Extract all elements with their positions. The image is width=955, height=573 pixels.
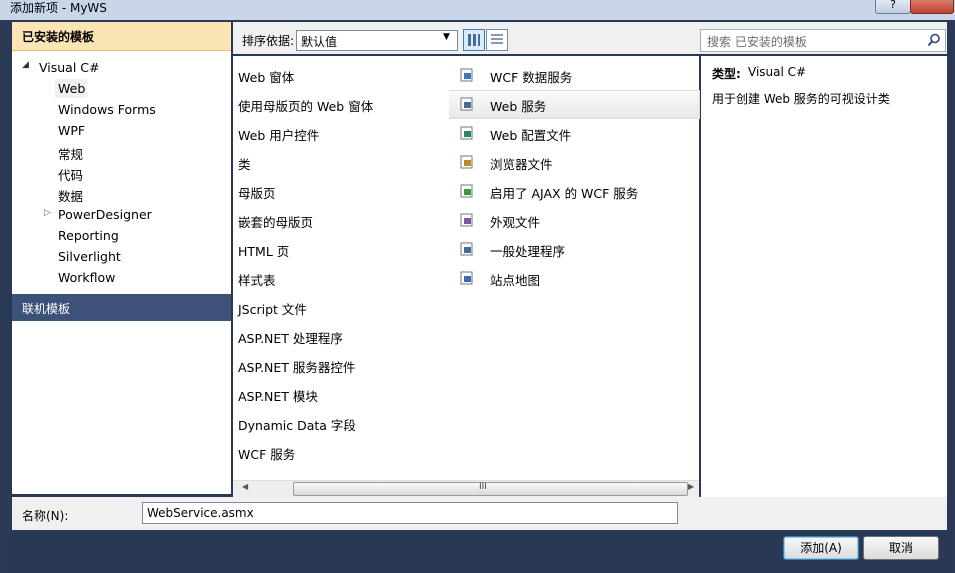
tree-item[interactable]: 代码 <box>58 165 83 184</box>
search-input[interactable]: 搜索 已安装的模板 <box>700 29 946 52</box>
template-tree-panel <box>12 22 231 494</box>
installed-templates-header[interactable]: 已安装的模板 <box>12 22 231 51</box>
generic-handler-icon <box>460 242 473 256</box>
details-type-value: Visual C# <box>748 65 807 79</box>
window-title: 添加新项 - MyWS <box>10 1 107 15</box>
online-templates-header[interactable]: 联机模板 <box>12 294 231 321</box>
sitemap-icon <box>460 271 473 285</box>
details-view-button[interactable] <box>486 29 508 51</box>
sort-by-value: 默认值 <box>301 35 338 49</box>
sort-by-label: 排序依据: <box>242 34 295 48</box>
tree-item[interactable]: Workflow <box>58 270 115 285</box>
template-item[interactable]: ASP.NET 处理程序 <box>238 328 343 347</box>
scroll-right-arrow-icon[interactable]: ▶ <box>688 482 694 491</box>
browser-file-icon <box>460 155 473 169</box>
tree-item[interactable]: Silverlight <box>58 249 121 264</box>
list-view-button[interactable] <box>463 29 485 51</box>
web-config-icon <box>460 126 473 140</box>
cancel-button[interactable]: 取消 <box>863 536 939 560</box>
online-templates-label: 联机模板 <box>22 302 71 316</box>
template-item[interactable]: WCF 数据服务 <box>490 67 572 86</box>
help-button[interactable]: ? <box>875 0 911 14</box>
title-bar: 添加新项 - MyWS <box>0 0 955 20</box>
template-item[interactable]: Web 配置文件 <box>490 125 571 144</box>
installed-templates-label: 已安装的模板 <box>22 30 95 44</box>
template-item[interactable]: 外观文件 <box>490 212 540 231</box>
template-item[interactable]: WCF 服务 <box>238 444 295 463</box>
selected-item-highlight <box>449 90 700 119</box>
tree-item[interactable]: WPF <box>58 123 85 138</box>
template-item[interactable]: JScript 文件 <box>238 299 307 318</box>
template-item[interactable]: Web 服务 <box>490 96 546 115</box>
template-item[interactable]: 浏览器文件 <box>490 154 553 173</box>
web-service-icon <box>460 97 473 111</box>
tree-item[interactable]: PowerDesigner <box>58 207 152 222</box>
template-item[interactable]: Web 用户控件 <box>238 125 319 144</box>
template-item[interactable]: Dynamic Data 字段 <box>238 415 356 434</box>
template-item[interactable]: 母版页 <box>238 183 276 202</box>
details-view-icon <box>491 34 503 44</box>
name-input-value: WebService.asmx <box>147 506 254 520</box>
tree-item[interactable]: 常规 <box>58 144 83 163</box>
ajax-wcf-icon <box>460 184 473 198</box>
tree-item[interactable]: Web <box>58 81 85 96</box>
scrollbar-thumb[interactable]: III <box>293 482 688 496</box>
template-item[interactable]: 类 <box>238 154 251 173</box>
chevron-down-icon: ▼ <box>443 32 450 42</box>
search-placeholder: 搜索 已安装的模板 <box>707 35 807 49</box>
template-item[interactable]: HTML 页 <box>238 241 289 260</box>
tree-item[interactable]: 数据 <box>58 186 83 205</box>
template-item[interactable]: ASP.NET 服务器控件 <box>238 357 355 376</box>
tree-item[interactable]: Windows Forms <box>58 102 156 117</box>
template-item[interactable]: ASP.NET 模块 <box>238 386 318 405</box>
list-view-icon <box>468 34 480 46</box>
template-item[interactable]: 嵌套的母版页 <box>238 212 313 231</box>
tree-item[interactable]: Reporting <box>58 228 119 243</box>
template-item[interactable]: Web 窗体 <box>238 67 294 86</box>
scrollbar-grip: III <box>479 482 487 492</box>
wcf-data-service-icon <box>460 68 473 82</box>
add-button[interactable]: 添加(A) <box>783 536 859 560</box>
template-item[interactable]: 使用母版页的 Web 窗体 <box>238 96 373 115</box>
tree-collapsed-icon[interactable]: ▷ <box>44 208 51 218</box>
tree-node-visual-csharp[interactable]: Visual C# <box>39 60 100 75</box>
details-type-label: 类型: <box>712 67 741 81</box>
name-input[interactable]: WebService.asmx <box>142 502 678 524</box>
template-item[interactable]: 站点地图 <box>490 270 540 289</box>
skin-file-icon <box>460 213 473 227</box>
tree-expanded-icon[interactable]: ◢ <box>22 60 29 70</box>
template-item[interactable]: 样式表 <box>238 270 276 289</box>
template-item[interactable]: 一般处理程序 <box>490 241 565 260</box>
search-icon[interactable] <box>927 33 941 47</box>
scroll-left-arrow-icon[interactable]: ◀ <box>242 482 248 491</box>
name-label: 名称(N): <box>22 509 69 523</box>
details-panel <box>701 56 947 497</box>
details-description: 用于创建 Web 服务的可视设计类 <box>712 92 890 106</box>
sort-by-select[interactable]: 默认值 ▼ <box>296 30 458 51</box>
template-item[interactable]: 启用了 AJAX 的 WCF 服务 <box>490 183 638 202</box>
close-button[interactable] <box>910 0 954 14</box>
